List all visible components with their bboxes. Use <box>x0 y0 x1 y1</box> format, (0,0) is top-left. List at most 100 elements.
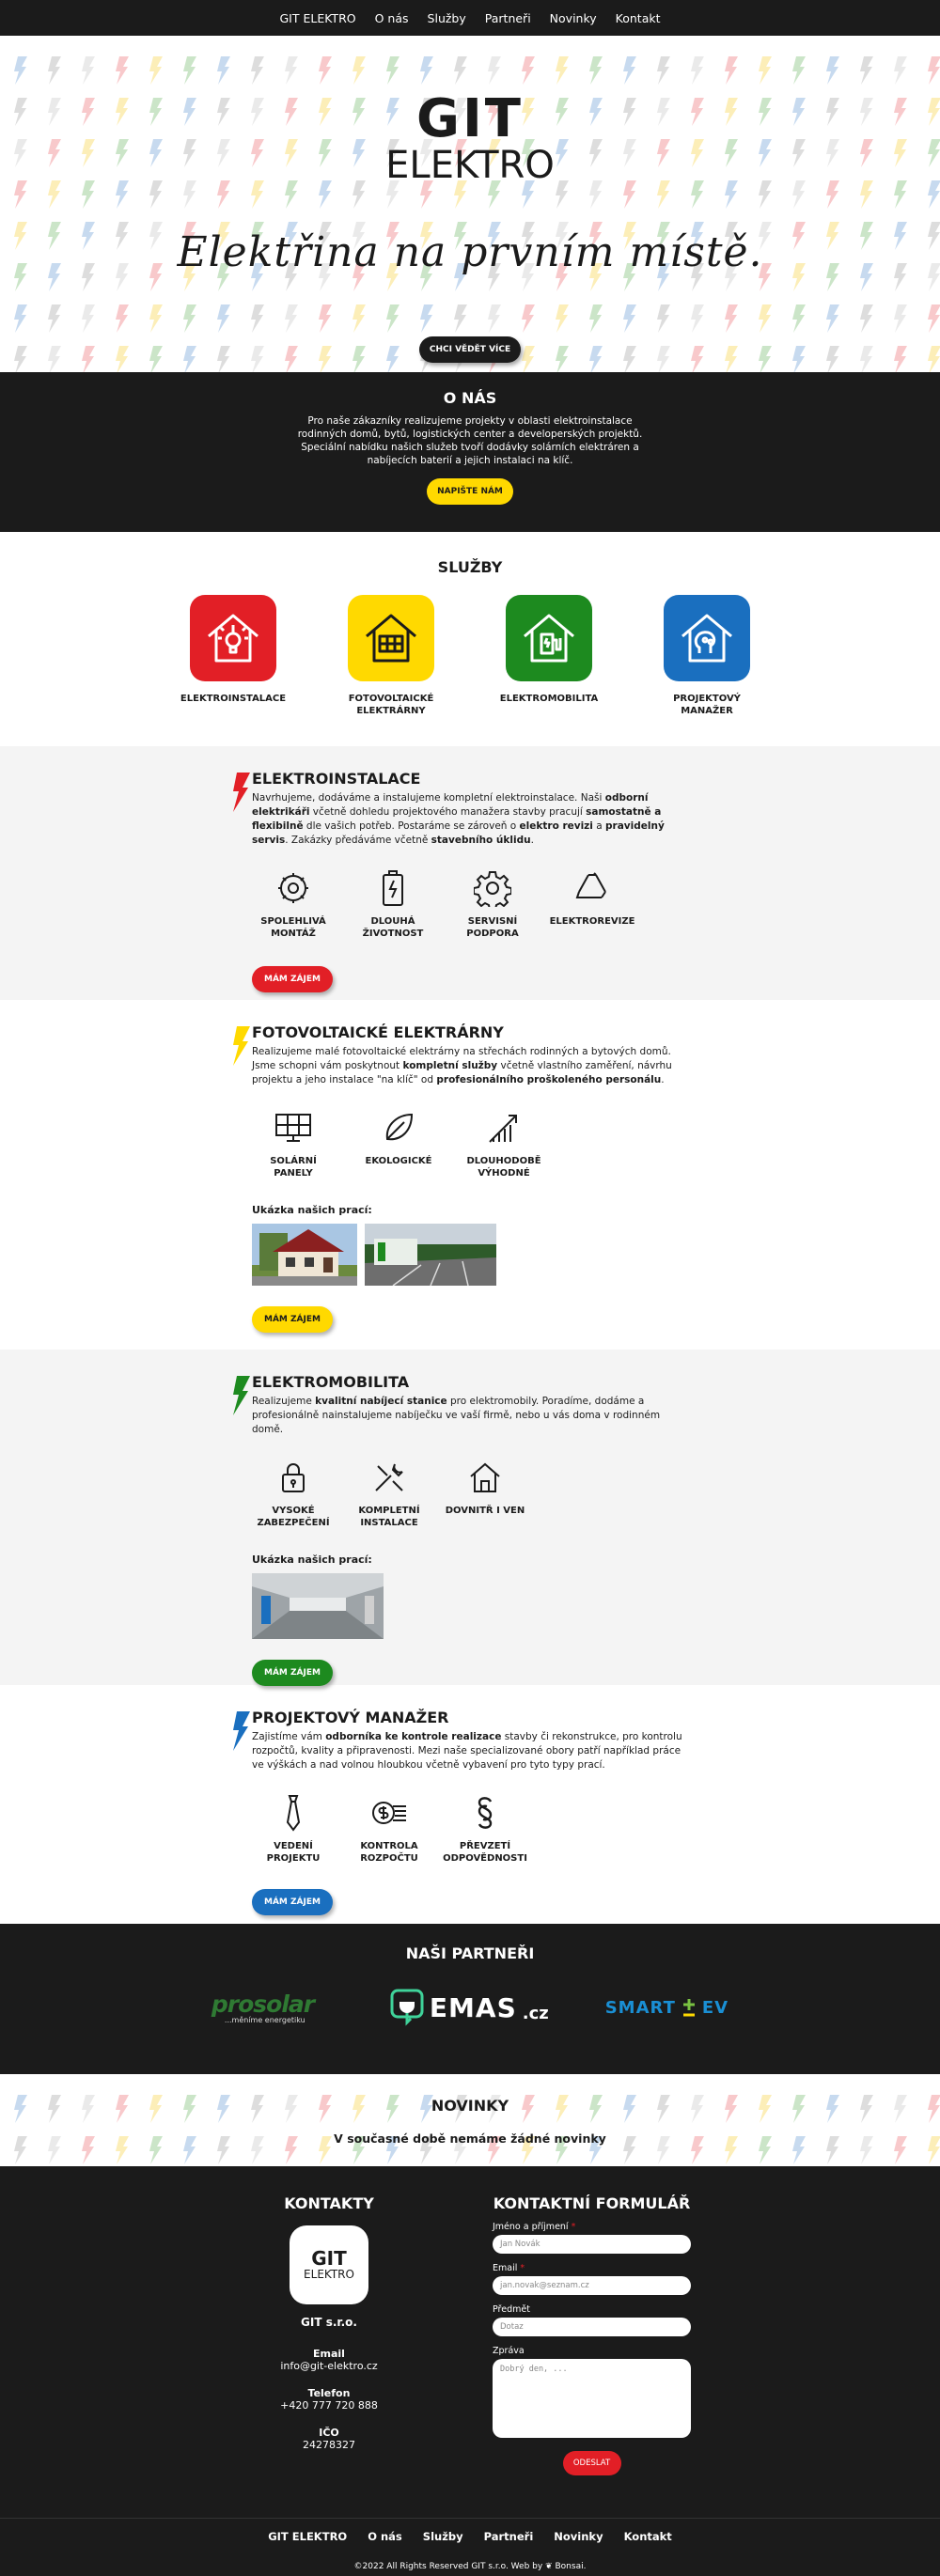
nav-partners-link[interactable]: Partneři <box>485 11 531 25</box>
feature-dlouhodobe-vyhodne: DLOUHODOBĚ VÝHODNÉ <box>462 1108 545 1179</box>
service-card-elektroinstalace[interactable]: ELEKTROINSTALACE <box>180 595 286 717</box>
pattern-bolt <box>217 56 230 85</box>
pattern-bolt <box>352 56 366 85</box>
ev-wordmark: EV <box>701 1997 729 2018</box>
service-label: ELEKTROMOBILITA <box>499 694 599 704</box>
pattern-bolt <box>691 56 704 85</box>
partner-logo-prosolar[interactable]: prosolar ...měníme energetiku <box>212 1991 334 2024</box>
pattern-bolt <box>48 346 61 372</box>
section-description: Zajistíme vám odborníka ke kontrole real… <box>252 1731 682 1771</box>
pattern-bolt <box>420 56 433 85</box>
gear-wrench-icon <box>274 868 312 908</box>
footer-services-link[interactable]: Služby <box>423 2530 463 2543</box>
pattern-bolt <box>894 304 907 333</box>
pattern-bolt <box>488 304 501 333</box>
solar-panel-icon <box>274 1108 313 1147</box>
prosolar-slogan: ...měníme energetiku <box>224 2016 306 2024</box>
elektromobilita-section: ELEKTROMOBILITA Realizujeme kvalitní nab… <box>0 1350 940 1686</box>
hero-more-button[interactable]: CHCI VĚDĚT VÍCE <box>419 336 521 363</box>
nav-home-link[interactable]: GIT ELEKTRO <box>279 11 355 25</box>
pattern-bolt <box>217 346 230 372</box>
feature-label: VYSOKÉ ZABEZPEČENÍ <box>257 1506 330 1528</box>
section-title: PROJEKTOVÝ MANAŽER <box>252 1709 449 1726</box>
pattern-bolt <box>860 346 873 372</box>
pattern-bolt <box>589 56 603 85</box>
feature-solarni-panely: SOLÁRNÍ PANELY <box>252 1108 335 1179</box>
write-us-button[interactable]: NAPIŠTE NÁM <box>427 478 513 505</box>
footer-partners-link[interactable]: Partneři <box>484 2530 534 2543</box>
phone-link[interactable]: +420 777 720 888 <box>230 2399 428 2412</box>
gallery-photo-garage[interactable] <box>252 1573 384 1639</box>
growth-chart-icon <box>486 1108 522 1147</box>
plus-minus-icon <box>682 1999 695 2017</box>
pattern-bolt <box>894 346 907 372</box>
pattern-bolt <box>894 56 907 85</box>
house-bulb-icon <box>190 595 276 681</box>
feature-prevzeti-odpovednosti: PŘEVZETÍ ODPOVĚDNOSTI <box>443 1793 527 1865</box>
email-label: Email <box>313 2348 345 2360</box>
service-label: PROJEKTOVÝ MANAŽER <box>673 694 741 716</box>
pattern-bolt <box>792 346 806 372</box>
email-link[interactable]: info@git-elektro.cz <box>230 2360 428 2372</box>
pattern-bolt <box>319 56 332 85</box>
feature-servisni-podpora: SERVISNÍ PODPORA <box>451 868 534 940</box>
subject-label: Předmět <box>493 2304 530 2315</box>
pattern-bolt <box>285 346 298 372</box>
news-empty-text: V současné době nemáme žádné novinky <box>334 2131 606 2146</box>
submit-button[interactable]: ODESLAT <box>562 2451 621 2475</box>
nav-contact-link[interactable]: Kontakt <box>616 11 661 25</box>
pattern-bolt <box>183 346 196 372</box>
footer-about-link[interactable]: O nás <box>368 2530 402 2543</box>
feature-label: PŘEVZETÍ ODPOVĚDNOSTI <box>443 1841 527 1864</box>
pattern-bolt <box>251 180 264 209</box>
pattern-bolt <box>623 56 636 85</box>
service-card-fotovoltaika[interactable]: FOTOVOLTAICKÉ ELEKTRÁRNY <box>346 595 436 717</box>
pattern-bolt <box>116 346 129 372</box>
pattern-bolt <box>556 56 569 85</box>
pattern-bolt <box>386 346 400 372</box>
email-field[interactable]: jan.novak@seznam.cz <box>493 2276 691 2295</box>
hero-logo: GIT ELEKTRO <box>0 92 940 185</box>
nav-news-link[interactable]: Novinky <box>550 11 597 25</box>
pattern-bolt <box>657 304 670 333</box>
about-title: O NÁS <box>443 389 497 407</box>
elektro-interest-button[interactable]: MÁM ZÁJEM <box>252 966 333 992</box>
pattern-bolt <box>183 56 196 85</box>
pattern-bolt <box>657 346 670 372</box>
fve-interest-button[interactable]: MÁM ZÁJEM <box>252 1306 333 1333</box>
pattern-bolt <box>759 180 772 209</box>
lock-icon <box>279 1458 307 1497</box>
partner-logo-emas[interactable]: EMAS .cz <box>390 1989 549 2026</box>
pattern-bolt <box>623 304 636 333</box>
service-card-elektromobilita[interactable]: ELEKTROMOBILITA <box>500 595 598 717</box>
bonsai-credit-link[interactable]: Bonsai. <box>556 2562 587 2571</box>
pattern-bolt <box>860 56 873 85</box>
gallery-photo-parking[interactable] <box>365 1224 496 1286</box>
gallery-photo-house[interactable] <box>252 1224 357 1286</box>
pm-interest-button[interactable]: MÁM ZÁJEM <box>252 1889 333 1915</box>
pattern-bolt <box>454 304 467 333</box>
nav-services-link[interactable]: Služby <box>428 11 466 25</box>
name-field[interactable]: Jan Novák <box>493 2235 691 2254</box>
money-icon <box>370 1793 408 1833</box>
message-field[interactable]: Dobrý den, ... <box>493 2359 691 2438</box>
company-logo: GIT ELEKTRO <box>290 2225 368 2304</box>
pattern-bolt <box>183 180 196 209</box>
feature-ekologicke: EKOLOGICKÉ <box>357 1108 440 1179</box>
section-title: FOTOVOLTAICKÉ ELEKTRÁRNY <box>252 1023 504 1041</box>
emob-interest-button[interactable]: MÁM ZÁJEM <box>252 1660 333 1686</box>
feature-label: VEDENÍ PROJEKTU <box>266 1841 321 1864</box>
subject-field[interactable]: Dotaz <box>493 2318 691 2336</box>
house-solar-icon <box>348 595 434 681</box>
pattern-bolt <box>623 180 636 209</box>
pattern-bolt <box>556 304 569 333</box>
footer-news-link[interactable]: Novinky <box>554 2530 603 2543</box>
footer-contact-link[interactable]: Kontakt <box>624 2530 672 2543</box>
nav-about-link[interactable]: O nás <box>375 11 409 25</box>
partner-logo-smart-ev[interactable]: SMART EV <box>605 1997 728 2018</box>
about-section: O NÁS Pro naše zákazníky realizujeme pro… <box>0 372 940 532</box>
service-card-projektovy-manazer[interactable]: PROJEKTOVÝ MANAŽER <box>662 595 752 717</box>
footer-home-link[interactable]: GIT ELEKTRO <box>268 2530 347 2543</box>
smart-wordmark: SMART <box>604 1997 676 2018</box>
pattern-bolt <box>149 346 163 372</box>
